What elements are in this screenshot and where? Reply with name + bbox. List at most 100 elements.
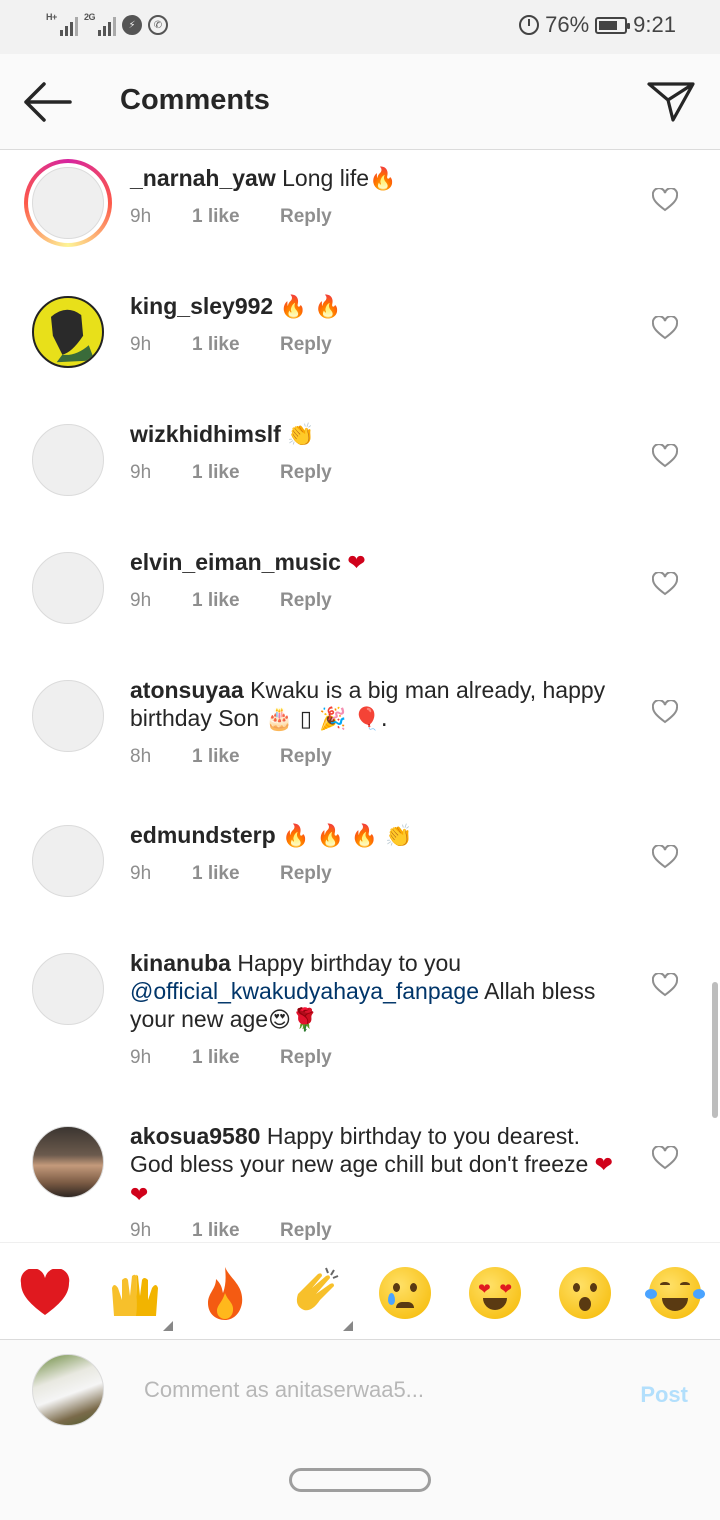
comment-meta: 9h 1 like Reply — [130, 1220, 332, 1241]
comment-likes[interactable]: 1 like — [192, 590, 280, 612]
heart-outline-icon[interactable] — [652, 1146, 678, 1170]
skin-tone-indicator — [163, 1321, 173, 1331]
heart-outline-icon[interactable] — [652, 845, 678, 869]
network-type-label: 2G — [84, 12, 96, 22]
comment-text: king_sley992 🔥 🔥 — [130, 292, 616, 322]
header: Comments — [0, 54, 720, 150]
heart-outline-icon[interactable] — [652, 316, 678, 340]
comment-time: 9h — [130, 590, 152, 611]
comment-text: edmundsterp 🔥 🔥 🔥 👏 — [130, 821, 616, 851]
comment-text: _narnah_yaw Long life🔥 — [130, 164, 616, 194]
whatsapp-icon: ✆ — [148, 15, 168, 35]
comment-time: 9h — [130, 1220, 152, 1241]
avatar[interactable] — [32, 1126, 104, 1198]
tears-of-joy-face-icon[interactable] — [645, 1265, 705, 1321]
comment-likes[interactable]: 1 like — [192, 206, 280, 228]
reply-button[interactable]: Reply — [280, 206, 332, 228]
comment-username[interactable]: atonsuyaa — [130, 677, 244, 703]
surprised-face-icon[interactable] — [557, 1265, 613, 1321]
status-right: 76% 9:21 — [519, 12, 676, 38]
comment-likes[interactable]: 1 like — [192, 746, 280, 768]
messenger-icon: ⚡ — [122, 15, 142, 35]
quick-reactions-bar: ❤ ❤ — [0, 1242, 720, 1340]
comment-meta: 9h 1 like Reply — [130, 590, 332, 612]
comment-likes[interactable]: 1 like — [192, 462, 280, 484]
comment-username[interactable]: king_sley992 — [130, 293, 273, 319]
reply-button[interactable]: Reply — [280, 863, 332, 885]
reply-button[interactable]: Reply — [280, 462, 332, 484]
status-left: H+ 2G ⚡ ✆ — [46, 12, 168, 36]
battery-icon — [595, 16, 631, 34]
mention-link[interactable]: @official_kwakudyahaya_fanpage — [130, 978, 479, 1004]
cartoon-avatar-icon — [51, 309, 95, 363]
comment-username[interactable]: akosua9580 — [130, 1123, 260, 1149]
avatar[interactable] — [24, 159, 112, 247]
page-title: Comments — [120, 84, 270, 116]
reply-button[interactable]: Reply — [280, 746, 332, 768]
reply-button[interactable]: Reply — [280, 1220, 332, 1241]
comment-emoji: 🎂 ▯ 🎉 🎈. — [265, 707, 388, 732]
comment-username[interactable]: kinanuba — [130, 950, 231, 976]
comment-likes[interactable]: 1 like — [192, 1220, 280, 1241]
fire-icon[interactable] — [197, 1265, 253, 1321]
comment-likes[interactable]: 1 like — [192, 334, 280, 356]
heart-outline-icon[interactable] — [652, 444, 678, 468]
comment-text: kinanuba Happy birthday to you @official… — [130, 949, 616, 1035]
comment-username[interactable]: elvin_eiman_music — [130, 549, 341, 575]
comment-likes[interactable]: 1 like — [192, 1047, 280, 1069]
scrollbar[interactable] — [712, 982, 718, 1118]
alarm-icon — [519, 15, 540, 35]
heart-outline-icon[interactable] — [652, 973, 678, 997]
battery-percent: 76% — [545, 12, 590, 37]
comment-body: Happy birthday to you — [230, 950, 462, 976]
reply-button[interactable]: Reply — [280, 334, 332, 356]
heart-eyes-face-icon[interactable]: ❤ ❤ — [467, 1265, 523, 1321]
comment-username[interactable]: _narnah_yaw — [130, 165, 276, 191]
clapping-hands-icon[interactable] — [287, 1265, 353, 1331]
comment-emoji: 👏 — [287, 423, 315, 448]
reply-button[interactable]: Reply — [280, 1047, 332, 1069]
comment-emoji: 🔥 — [369, 167, 397, 192]
comment-time: 9h — [130, 1047, 152, 1068]
comment-text: atonsuyaa Kwaku is a big man already, ha… — [130, 676, 616, 734]
my-avatar[interactable] — [32, 1354, 104, 1426]
clock: 9:21 — [633, 12, 676, 37]
raising-hands-icon[interactable] — [107, 1265, 173, 1331]
comments-list[interactable]: _narnah_yaw Long life🔥 9h 1 like Reply k… — [0, 151, 720, 1241]
avatar[interactable] — [32, 953, 104, 1025]
comment-time: 9h — [130, 462, 152, 483]
home-gesture-pill[interactable] — [289, 1468, 431, 1492]
avatar[interactable] — [32, 552, 104, 624]
avatar[interactable] — [32, 680, 104, 752]
comment-time: 9h — [130, 863, 152, 884]
heart-outline-icon[interactable] — [652, 572, 678, 596]
comment-meta: 8h 1 like Reply — [130, 746, 332, 768]
avatar[interactable] — [32, 825, 104, 897]
comment-meta: 9h 1 like Reply — [130, 863, 332, 885]
comment-composer: Post — [0, 1340, 720, 1440]
avatar[interactable] — [32, 296, 104, 368]
heart-outline-icon[interactable] — [652, 700, 678, 724]
comment-time: 9h — [130, 334, 152, 355]
signal-icon: 2G — [84, 12, 116, 36]
signal-icon: H+ — [46, 12, 78, 36]
comment-text: elvin_eiman_music ❤ — [130, 548, 616, 578]
reply-button[interactable]: Reply — [280, 590, 332, 612]
red-heart-icon[interactable] — [17, 1265, 73, 1321]
heart-outline-icon[interactable] — [652, 188, 678, 212]
status-bar: H+ 2G ⚡ ✆ 76% 9:21 — [0, 0, 720, 54]
avatar[interactable] — [32, 424, 104, 496]
comment-emoji: 😍🌹 — [268, 1008, 319, 1033]
comment-body: Long life — [275, 165, 370, 191]
crying-face-icon[interactable] — [377, 1265, 433, 1321]
comment-input[interactable] — [144, 1370, 604, 1410]
arrow-left-icon[interactable] — [22, 80, 72, 124]
comment-username[interactable]: wizkhidhimslf — [130, 421, 281, 447]
post-button[interactable]: Post — [640, 1382, 688, 1408]
comment-text: akosua9580 Happy birthday to you dearest… — [130, 1122, 616, 1210]
comment-likes[interactable]: 1 like — [192, 863, 280, 885]
paper-plane-icon[interactable] — [646, 78, 696, 124]
skin-tone-indicator — [343, 1321, 353, 1331]
comment-username[interactable]: edmundsterp — [130, 822, 276, 848]
comment-emoji: ❤ — [347, 551, 366, 576]
